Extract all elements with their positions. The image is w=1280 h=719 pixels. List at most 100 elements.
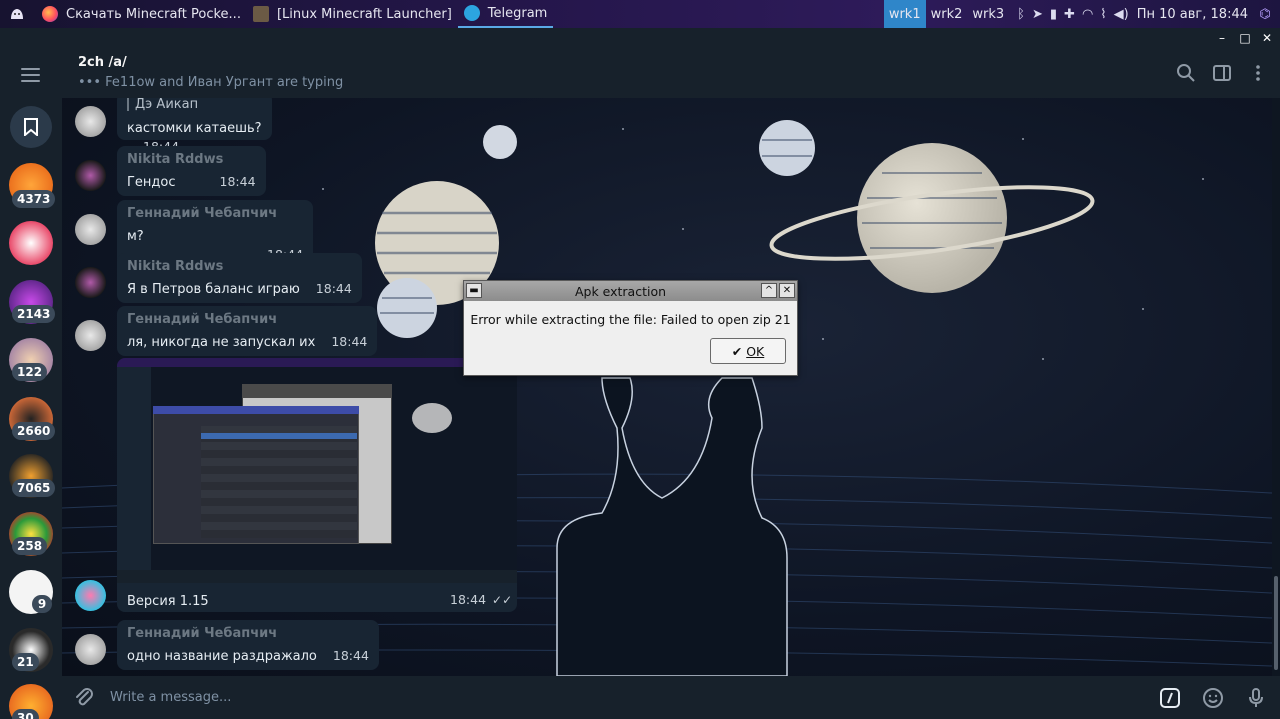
user-avatar[interactable] — [75, 214, 106, 245]
message-bubble: Геннадий Чебапчич ля, никогда не запуска… — [117, 306, 378, 356]
chat-avatar[interactable] — [9, 221, 53, 265]
read-checkmarks-icon: ✓✓ — [492, 592, 513, 607]
bookmark-icon — [24, 118, 38, 136]
user-avatar[interactable] — [75, 267, 106, 298]
apk-extraction-dialog: ▬ Apk extraction ^ ✕ Error while extract… — [463, 280, 798, 376]
telegram-tray-icon[interactable]: ➤ — [1032, 7, 1043, 22]
minecraft-icon — [252, 6, 269, 22]
error-message: Error while extracting the file: Failed … — [470, 312, 791, 327]
task-label: Скачать Minecraft Pocke... — [66, 6, 241, 22]
message-text: м? — [127, 229, 144, 244]
shade-icon[interactable]: ^ — [761, 283, 777, 298]
user-avatar[interactable] — [75, 580, 106, 611]
unread-badge: 21 — [12, 653, 39, 671]
typing-dots-icon: ••• — [78, 75, 102, 90]
bot-commands-icon[interactable] — [1158, 686, 1182, 710]
workspace-1[interactable]: wrk1 — [883, 0, 926, 28]
dialog-title: Apk extraction — [574, 284, 667, 299]
maximize-icon[interactable]: □ — [1237, 30, 1253, 46]
dialog-titlebar[interactable]: ▬ Apk extraction ^ ✕ — [464, 281, 797, 301]
search-icon[interactable] — [1175, 62, 1197, 84]
unread-badge: 258 — [12, 537, 48, 555]
message-text: Я в Петров баланс играю — [127, 282, 300, 297]
user-avatar[interactable] — [75, 160, 106, 191]
task-label: Telegram — [487, 5, 548, 21]
task-telegram[interactable]: Telegram — [457, 0, 554, 28]
user-avatar[interactable] — [75, 320, 106, 351]
network-tower-icon[interactable]: ⌬ — [1256, 5, 1274, 23]
typing-text: Fe11ow and Иван Ургант are typing — [105, 75, 344, 90]
unread-badge: 4373 — [12, 190, 56, 208]
message-text: одно название раздражало — [127, 649, 317, 664]
reply-quote[interactable]: Дэ Аикап — [127, 98, 262, 111]
chat-scrollbar[interactable] — [1272, 98, 1280, 676]
close-icon[interactable]: ✕ — [1259, 30, 1275, 46]
user-avatar[interactable] — [75, 106, 106, 137]
message-time: 18:44 — [331, 334, 368, 349]
sender-name[interactable]: Геннадий Чебапчич — [127, 312, 367, 327]
message-text: ля, никогда не запускал их — [127, 335, 316, 350]
minimize-icon[interactable]: – — [1214, 30, 1230, 46]
message-text: Версия 1.15 — [127, 594, 209, 609]
distro-logo-icon[interactable] — [8, 5, 26, 23]
battery-icon[interactable]: ▮ — [1050, 7, 1057, 22]
message-bubble: Версия 1.15 18:44 ✓✓ — [117, 358, 517, 612]
chat-folder-rail: 4373 2143 122 2660 7065 258 9 21 30 — [0, 48, 62, 719]
system-taskbar: Скачать Minecraft Pocke... [Linux Minecr… — [0, 0, 1280, 28]
message-area[interactable]: Дэ Аикап кастомки катаешь?18:44 Nikita R… — [62, 98, 1272, 676]
saved-messages-button[interactable] — [10, 106, 52, 148]
workspace-3[interactable]: wrk3 — [967, 0, 1009, 28]
typing-status: ••• Fe11ow and Иван Ургант are typing — [78, 75, 343, 90]
menu-icon[interactable] — [21, 68, 40, 86]
message-input[interactable] — [110, 686, 1010, 708]
message-bubble: Геннадий Чебапчич одно название раздража… — [117, 620, 379, 670]
task-firefox[interactable]: Скачать Minecraft Pocke... — [36, 0, 247, 28]
message-time: 18:44 — [332, 648, 369, 663]
bluetooth-icon[interactable]: ᛒ — [1017, 7, 1025, 22]
message-time: 18:44 — [450, 592, 487, 607]
message-text: Гендос — [127, 175, 176, 190]
paperclip-icon[interactable]: ⌇ — [1100, 7, 1106, 22]
task-label: [Linux Minecraft Launcher] — [276, 6, 452, 22]
sender-name[interactable]: Nikita Rddws — [127, 259, 352, 274]
unread-badge: 30 — [12, 709, 39, 719]
ok-label: OK — [746, 343, 765, 359]
unread-badge: 9 — [32, 595, 52, 613]
message-composer — [62, 676, 1280, 719]
workspace-2[interactable]: wrk2 — [926, 0, 968, 28]
telegram-icon — [463, 5, 480, 21]
ok-button[interactable]: ✔ OK — [710, 338, 786, 364]
screenshot-attachment-image[interactable] — [117, 358, 517, 583]
system-tray: ᛒ ➤ ▮ ✚ ◠ ⌇ ◀) — [1017, 7, 1129, 22]
sidebar-toggle-icon[interactable] — [1211, 62, 1233, 84]
more-options-icon[interactable] — [1247, 62, 1269, 84]
wifi-icon[interactable]: ◠ — [1082, 7, 1093, 22]
task-minecraft-launcher[interactable]: [Linux Minecraft Launcher] — [247, 0, 458, 28]
unread-badge: 2143 — [12, 305, 56, 323]
clock[interactable]: Пн 10 авг, 18:44 — [1137, 7, 1248, 22]
puzzle-icon[interactable]: ✚ — [1064, 7, 1075, 22]
volume-icon[interactable]: ◀) — [1114, 7, 1129, 22]
unread-badge: 122 — [12, 363, 48, 381]
firefox-icon — [42, 6, 58, 22]
message-time: 18:44 — [315, 281, 352, 296]
dialog-close-icon[interactable]: ✕ — [779, 283, 795, 298]
user-avatar[interactable] — [75, 634, 106, 665]
unread-badge: 7065 — [12, 479, 56, 497]
microphone-icon[interactable] — [1244, 686, 1268, 710]
unread-badge: 2660 — [12, 422, 56, 440]
checkmark-icon: ✔ — [731, 343, 743, 359]
chat-title[interactable]: 2ch /a/ — [78, 55, 127, 70]
attach-icon[interactable] — [72, 686, 96, 710]
emoji-icon[interactable] — [1201, 686, 1225, 710]
sender-name[interactable]: Nikita Rddws — [127, 152, 256, 167]
message-bubble: Nikita Rddws Я в Петров баланс играю 18:4… — [117, 253, 362, 303]
message-bubble: Дэ Аикап кастомки катаешь?18:44 — [117, 98, 272, 154]
message-time: 18:44 — [219, 174, 256, 189]
message-bubble: Nikita Rddws Гендос 18:44 — [117, 146, 266, 196]
chat-header: 2ch /a/ ••• Fe11ow and Иван Ургант are t… — [62, 48, 1280, 98]
sender-name[interactable]: Геннадий Чебапчич — [127, 626, 369, 641]
sender-name[interactable]: Геннадий Чебапчич — [127, 206, 303, 221]
message-text: кастомки катаешь? — [127, 121, 262, 136]
window-menu-icon[interactable]: ▬ — [466, 283, 482, 298]
